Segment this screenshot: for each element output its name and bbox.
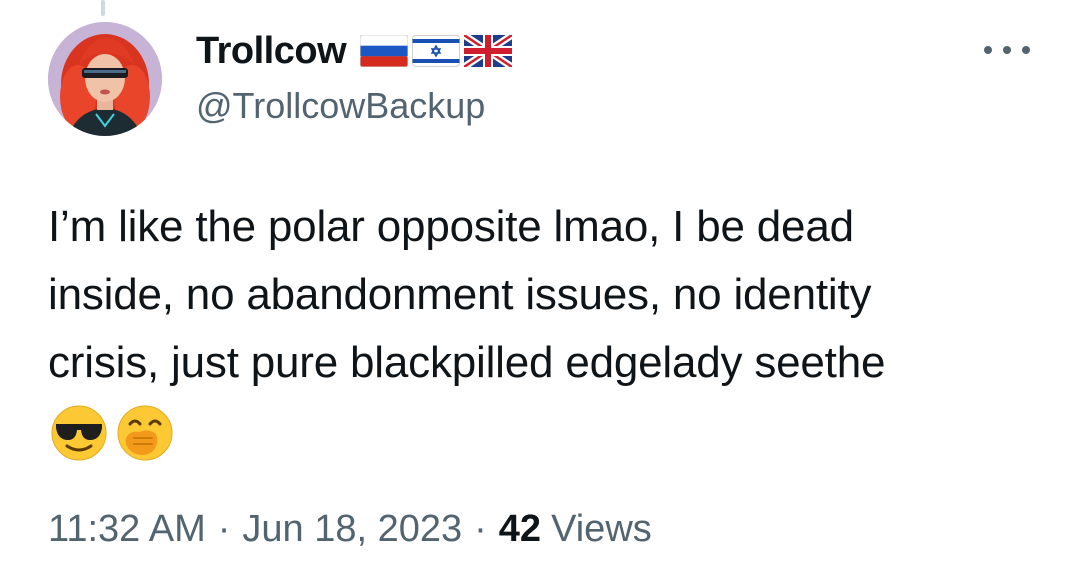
tweet-date[interactable]: Jun 18, 2023 [242,508,462,551]
author-display-name[interactable]: Trollcow [196,30,347,73]
meta-separator: · [474,508,487,550]
flag-emojis [360,35,513,67]
israel-flag-icon [412,35,461,67]
avatar[interactable] [48,22,162,136]
more-options-icon [984,46,992,54]
more-options-dot [1022,46,1030,54]
tweet-text-line: crisis, just pure blackpilled edgelady s… [48,338,886,387]
more-options-dot [1003,46,1011,54]
avatar-image [48,22,162,136]
tweet-text-line: I’m like the polar opposite lmao, I be d… [48,202,854,251]
views-label[interactable]: Views [551,508,652,551]
thread-connector-line [101,0,105,16]
hand-over-mouth-face-emoji-icon [117,405,173,461]
tweet-text: I’m like the polar opposite lmao, I be d… [48,193,1048,397]
tweet-time[interactable]: 11:32 AM [48,508,206,551]
author-handle[interactable]: @TrollcowBackup [196,85,485,127]
views-count[interactable]: 42 [499,508,541,551]
tweet-text-line: inside, no abandonment issues, no identi… [48,270,872,319]
author-name-row: Trollcow [196,26,513,76]
sunglasses-face-emoji-icon [51,405,107,461]
meta-separator: · [217,508,231,550]
uk-flag-icon [464,35,513,67]
tweet-emojis [50,404,174,462]
tweet-meta: 11:32 AM · Jun 18, 2023 · 42 Views [48,508,652,551]
more-options-button[interactable] [984,38,1030,62]
russia-flag-icon [360,35,409,67]
